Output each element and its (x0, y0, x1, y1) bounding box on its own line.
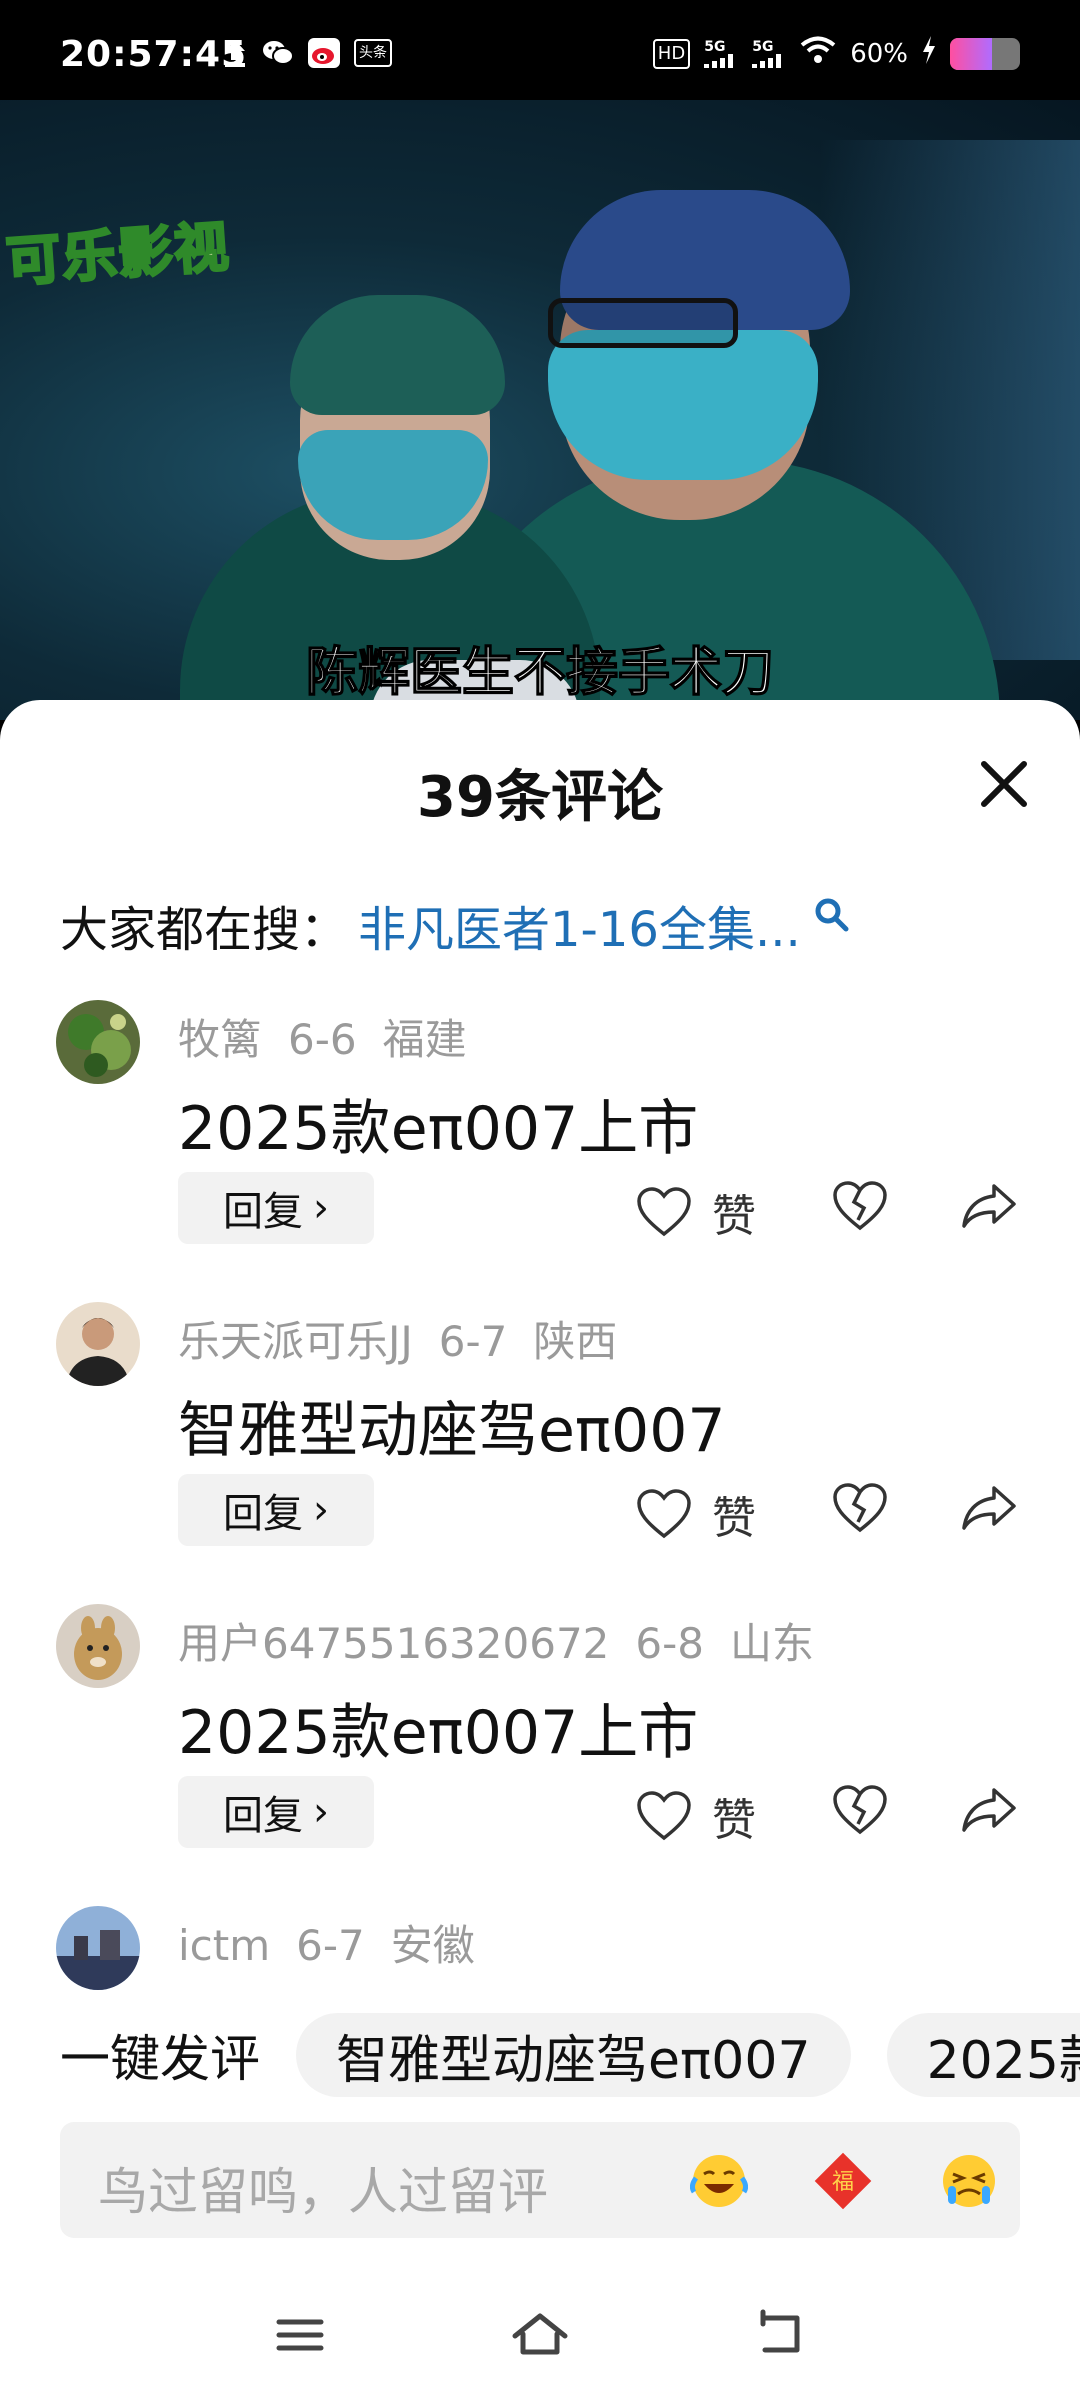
chevron-right-icon: › (313, 1185, 329, 1231)
network-type-1: 5G (704, 38, 726, 55)
comment-text: 2025款eπ007上市 (178, 1698, 699, 1768)
comment-date: 6-6 (288, 1015, 357, 1064)
comment-username[interactable]: 乐天派可乐JJ (178, 1317, 413, 1366)
dislike-button[interactable] (832, 1180, 888, 1236)
share-button[interactable] (960, 1784, 1018, 1840)
home-button[interactable] (505, 2300, 575, 2370)
comment-username[interactable]: ictm (178, 1921, 270, 1970)
comment-username[interactable]: 牧篱 (178, 1015, 262, 1064)
share-icon (962, 1788, 1016, 1832)
reply-label: 回复 (223, 1189, 303, 1235)
network-type-2: 5G (752, 38, 774, 55)
wifi-icon (800, 36, 836, 71)
share-button[interactable] (960, 1180, 1018, 1236)
avatar[interactable] (56, 1906, 140, 1990)
comment-text: 智雅型动座驾eπ007 (178, 1396, 726, 1466)
quick-comment-chip[interactable]: 智雅型动座驾eπ007 (296, 2013, 851, 2097)
system-nav-bar (0, 2270, 1080, 2400)
comment-region: 安徽 (390, 1921, 475, 1970)
like-label: 赞 (712, 1493, 756, 1544)
fu-emoji-char: 福 (832, 2170, 854, 2195)
trending-search-link[interactable]: 非凡医者1-16全集... (358, 890, 801, 960)
chevron-right-icon: › (313, 1487, 329, 1533)
like-button[interactable]: 赞 (636, 1784, 756, 1848)
fu-emoji-icon[interactable]: 福 (814, 2152, 872, 2210)
hd-badge: HD (652, 38, 691, 69)
search-icon (815, 898, 849, 932)
close-button[interactable] (968, 748, 1040, 820)
battery-icon (950, 37, 1020, 70)
back-button[interactable] (745, 2300, 815, 2370)
quick-comment-label: 一键发评 (60, 2030, 260, 2088)
comment-region: 山东 (730, 1619, 815, 1668)
comment-date: 6-7 (438, 1317, 508, 1366)
video-subtitle: 陈辉医生不接手术刀 (305, 642, 775, 704)
share-icon (962, 1486, 1016, 1530)
heart-icon (637, 1791, 691, 1841)
chevron-right-icon: › (313, 1789, 329, 1835)
menu-icon (276, 2319, 324, 2351)
like-button[interactable]: 赞 (636, 1482, 756, 1546)
charging-icon (922, 36, 936, 71)
like-label: 赞 (712, 1191, 756, 1242)
trending-search-label: 大家都在搜： (60, 902, 349, 958)
quick-comment-chip[interactable]: 2025款 (886, 2013, 1080, 2097)
avatar[interactable] (56, 1604, 140, 1688)
broken-heart-icon (833, 1483, 887, 1533)
like-button[interactable]: 赞 (636, 1180, 756, 1244)
upload-icon (222, 38, 248, 68)
comment-count-title: 39条评论 (417, 765, 663, 830)
signal-icon-2: 5G (752, 40, 786, 68)
comment-region: 福建 (382, 1015, 467, 1064)
crying-emoji-icon[interactable] (940, 2152, 998, 2210)
video-frame[interactable]: 可乐影视 (0, 100, 1080, 720)
battery-percent: 60% (850, 38, 908, 69)
share-icon (962, 1184, 1016, 1228)
close-icon (981, 761, 1027, 807)
comment-item: 用户6475516320672 6-8 山东 2025款eπ007上市 回复 › 赞 (0, 1604, 1080, 1894)
comment-username[interactable]: 用户6475516320672 (178, 1619, 609, 1668)
avatar[interactable] (56, 1000, 140, 1084)
status-bar: 20:57:45 头条 HD 5G 5G 60% (0, 0, 1080, 100)
reply-button[interactable]: 回复 › (178, 1172, 374, 1244)
reply-label: 回复 (223, 1491, 303, 1537)
avatar[interactable] (56, 1302, 140, 1386)
comment-item: 牧篱 6-6 福建 2025款eπ007上市 回复 › 赞 (0, 1000, 1080, 1290)
wechat-icon (262, 38, 294, 68)
trending-search[interactable]: 大家都在搜： 非凡医者1-16全集... (60, 890, 849, 960)
comment-date: 6-7 (296, 1921, 365, 1970)
dislike-button[interactable] (832, 1784, 888, 1840)
broken-heart-icon (833, 1785, 887, 1835)
comment-input[interactable]: 鸟过留鸣，人过留评 福 (60, 2122, 1020, 2238)
heart-icon (637, 1187, 691, 1237)
comment-item: 乐天派可乐JJ 6-7 陕西 智雅型动座驾eπ007 回复 › 赞 (0, 1302, 1080, 1592)
quick-comment-row: 一键发评 智雅型动座驾eπ007 2025款 (0, 2010, 1080, 2100)
dislike-button[interactable] (832, 1482, 888, 1538)
comment-text: 2025款eπ007上市 (178, 1094, 699, 1164)
clock: 20:57:45 (60, 34, 248, 75)
channel-logo: 可乐影视 (3, 214, 234, 295)
laughing-crying-emoji-icon[interactable] (689, 2152, 749, 2210)
heart-icon (637, 1489, 691, 1539)
reply-button[interactable]: 回复 › (178, 1776, 374, 1848)
menu-button[interactable] (265, 2300, 335, 2370)
share-button[interactable] (960, 1482, 1018, 1538)
signal-icon-1: 5G (704, 40, 738, 68)
weibo-icon (308, 38, 340, 68)
reply-button[interactable]: 回复 › (178, 1474, 374, 1546)
comment-date: 6-8 (635, 1619, 704, 1668)
reply-label: 回复 (223, 1793, 303, 1839)
comment-item: ictm 6-7 安徽 (0, 1906, 1080, 2006)
back-icon (760, 2309, 800, 2353)
comment-input-placeholder: 鸟过留鸣，人过留评 (98, 2163, 548, 2221)
comment-region: 陕西 (533, 1317, 618, 1366)
home-icon (512, 2313, 568, 2355)
toutiao-icon: 头条 (354, 39, 392, 67)
broken-heart-icon (833, 1181, 887, 1231)
like-label: 赞 (712, 1795, 756, 1846)
comment-sheet: 39条评论 大家都在搜： 非凡医者1-16全集... 牧篱 6-6 福建 2025款… (0, 700, 1080, 2400)
